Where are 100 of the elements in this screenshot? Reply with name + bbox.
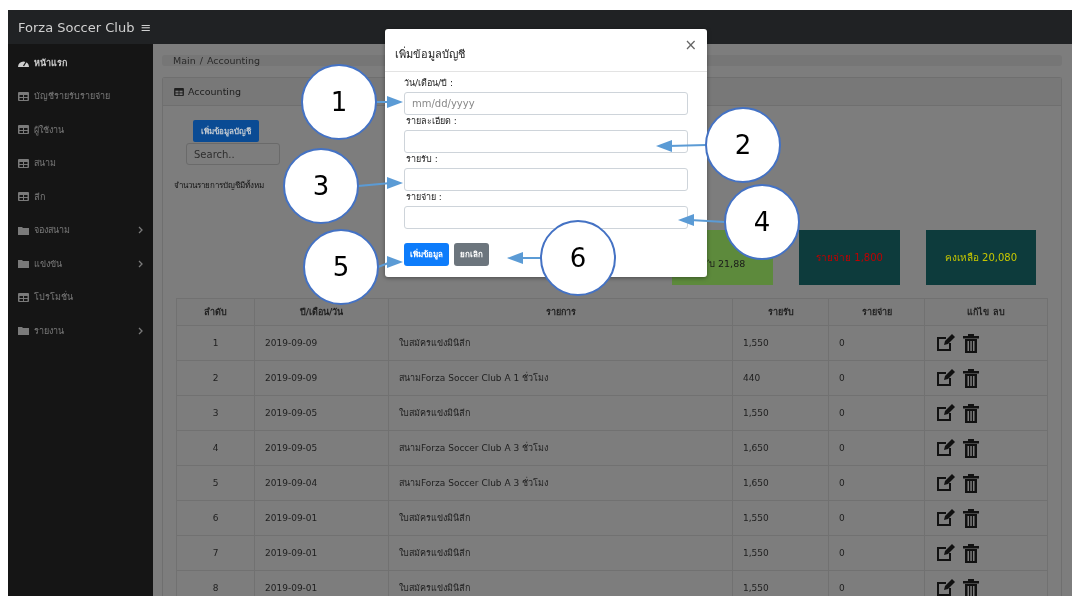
edit-icon[interactable] [935, 334, 955, 352]
trash-icon[interactable] [963, 333, 979, 353]
add-account-button[interactable]: เพิ่มข้อมูลบัญชี [193, 120, 259, 142]
table-cell: 0 [839, 373, 845, 383]
folder-icon [18, 225, 29, 235]
edit-icon[interactable] [935, 509, 955, 527]
sidebar-item[interactable]: จองสนาม [8, 213, 153, 247]
input-field[interactable] [404, 206, 688, 229]
breadcrumb-separator: / [199, 55, 203, 66]
callout-number: 6 [568, 243, 588, 273]
edit-icon[interactable] [935, 474, 955, 492]
sidebar-item[interactable]: บัญชีรายรับรายจ่าย [8, 79, 153, 113]
edit-icon[interactable] [935, 579, 955, 596]
column-header: รายรับ [732, 298, 829, 326]
trash-icon[interactable] [963, 543, 979, 563]
table-cell: 2019-09-09 [265, 338, 318, 348]
breadcrumb-item[interactable]: Main [173, 55, 196, 66]
table-cell: ใบสมัครแข่งมินิลีก [399, 408, 470, 418]
table-cell: สนามForza Soccer Club A 3 ชั่วโมง [399, 478, 549, 488]
brand-title[interactable]: Forza Soccer Club [18, 19, 135, 35]
table-cell: สนามForza Soccer Club A 1 ชั่วโมง [399, 373, 549, 383]
table-cell: 0 [839, 443, 845, 453]
field-label: รายละเอียด : [406, 116, 458, 127]
field-label: รายรับ : [406, 154, 439, 165]
column-header: ลำดับ [176, 298, 255, 326]
edit-icon[interactable] [935, 404, 955, 422]
field-label: วัน/เดือน/ปี : [404, 78, 454, 89]
sidebar-item[interactable]: แข่งขัน [8, 247, 153, 281]
table-cell: ใบสมัครแข่งมินิลีก [399, 548, 470, 558]
trash-icon[interactable] [963, 438, 979, 458]
close-button[interactable]: × [684, 36, 697, 64]
table-cell: ใบสมัครแข่งมินิลีก [399, 338, 470, 348]
trash-icon[interactable] [963, 473, 979, 493]
table-cell: 6 [212, 513, 219, 523]
menu-toggle[interactable]: ≡ [140, 19, 152, 35]
table-cell: 1,650 [743, 443, 769, 453]
arrow [656, 140, 707, 152]
input-field[interactable]: mm/dd/yyyy [404, 92, 688, 115]
arrow [507, 252, 542, 264]
sidebar-item[interactable]: โปรโมชั่น [8, 280, 153, 314]
table-cell: 2019-09-04 [265, 478, 318, 488]
table-cell: 3 [212, 408, 219, 418]
table-cell: 7 [212, 548, 219, 558]
table-icon [174, 87, 184, 96]
record-count-text: จำนวนรายการบัญชีมีทั้งหม [174, 179, 264, 192]
column-header: รายจ่าย [828, 298, 925, 326]
edit-icon[interactable] [935, 544, 955, 562]
sidebar-item[interactable]: หน้าแรก [8, 46, 153, 80]
table-cell: 1,650 [743, 478, 769, 488]
sidebar-item[interactable]: ผู้ใช้งาน [8, 113, 153, 147]
trash-icon[interactable] [963, 403, 979, 423]
table-cell: 1,550 [743, 408, 769, 418]
table-icon [18, 292, 29, 302]
table-cell: 2019-09-01 [265, 583, 318, 593]
field-label: รายจ่าย : [406, 192, 443, 203]
table-cell: 4 [212, 443, 219, 453]
table-cell: 1,550 [743, 513, 769, 523]
column-header: แก้ไข ลบ [924, 298, 1048, 326]
callout-number: 2 [733, 130, 753, 160]
card-title: Accounting [188, 86, 242, 97]
table-cell: 0 [839, 338, 845, 348]
callout-number: 3 [311, 171, 331, 201]
submit-button[interactable]: เพิ่มข้อมูล [404, 243, 449, 266]
input-field[interactable] [404, 130, 688, 153]
modal-title: เพิ่มข้อมูลบัญชี [395, 45, 465, 63]
table-cell: 0 [839, 513, 845, 523]
callout-number: 5 [331, 252, 351, 282]
callout-number: 4 [752, 207, 772, 237]
sidebar-item[interactable]: รายงาน [8, 314, 153, 348]
search-field[interactable]: Search.. [186, 143, 280, 165]
trash-icon[interactable] [963, 368, 979, 388]
table-cell: ใบสมัครแข่งมินิลีก [399, 513, 470, 523]
table-cell: 1 [212, 338, 219, 348]
table-icon [18, 158, 29, 168]
edit-icon[interactable] [935, 369, 955, 387]
chevron-icon [138, 226, 143, 235]
table-icon [18, 125, 29, 135]
table-cell: สนามForza Soccer Club A 3 ชั่วโมง [399, 443, 549, 453]
table-cell: 1,550 [743, 548, 769, 558]
table-cell: 0 [839, 408, 845, 418]
cancel-button[interactable]: ยกเลิก [454, 243, 489, 266]
trash-icon[interactable] [963, 508, 979, 528]
input-field[interactable] [404, 168, 688, 191]
table-cell: 2019-09-05 [265, 443, 318, 453]
table-cell: 2 [212, 373, 219, 383]
table-cell: 2019-09-05 [265, 408, 318, 418]
table-icon [18, 91, 29, 101]
trash-icon[interactable] [963, 578, 979, 596]
edit-icon[interactable] [935, 439, 955, 457]
table-cell: 2019-09-01 [265, 513, 318, 523]
table-cell: 2019-09-09 [265, 373, 318, 383]
table-cell: 1,550 [743, 583, 769, 593]
table-cell: 5 [212, 478, 219, 488]
table-cell: ใบสมัครแข่งมินิลีก [399, 583, 470, 593]
sidebar-item[interactable]: สนาม [8, 146, 153, 180]
table-cell: 1,550 [743, 338, 769, 348]
summary-text: รายจ่าย 1,800 [816, 251, 883, 265]
chevron-icon [138, 326, 143, 335]
sidebar-item[interactable]: ลีก [8, 180, 153, 214]
arrow [678, 214, 726, 226]
